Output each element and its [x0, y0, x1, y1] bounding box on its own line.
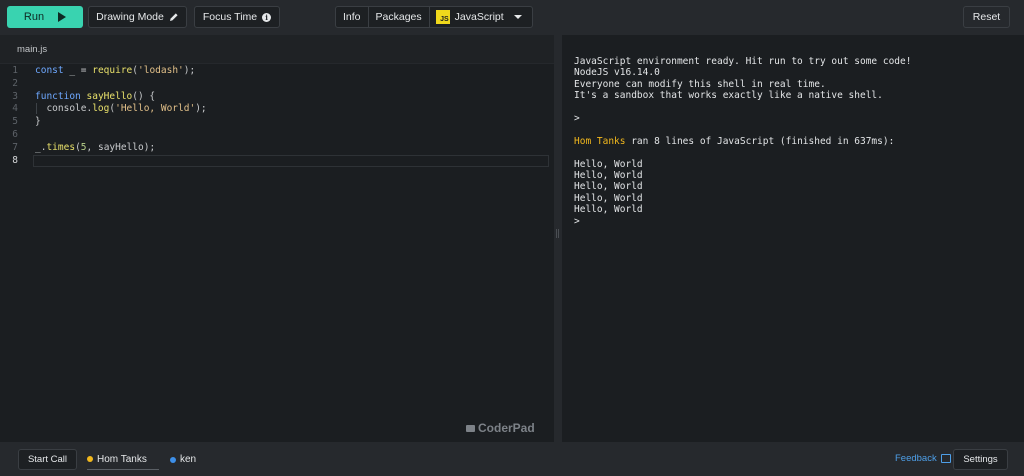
- participant-status-dot: [170, 456, 176, 463]
- participant-hom-tanks[interactable]: Hom Tanks: [87, 449, 159, 470]
- code-line: function sayHello() {: [35, 91, 155, 102]
- feedback-label: Feedback: [895, 453, 937, 464]
- code-token: console.: [35, 103, 93, 115]
- code-token: function: [35, 90, 81, 102]
- run-label: Run: [23, 11, 45, 23]
- code-editor[interactable]: 1 const _ = require('lodash'); 2 3 function …: [0, 64, 554, 442]
- file-tab-main-js[interactable]: main.js: [17, 44, 47, 55]
- console-line: It's a sandbox that works exactly like a…: [574, 90, 883, 102]
- drawing-mode-label: Drawing Mode: [96, 11, 164, 23]
- code-token: }: [35, 116, 41, 128]
- participant-name: Hom Tanks: [97, 453, 147, 465]
- console-output[interactable]: JavaScript environment ready. Hit run to…: [562, 35, 1024, 442]
- reset-button[interactable]: Reset: [963, 6, 1010, 28]
- code-line: _.times(5, sayHello);: [35, 142, 155, 153]
- code-token: require: [92, 65, 133, 76]
- code-token: 'lodash': [138, 65, 184, 76]
- console-line: NodeJS v16.14.0: [574, 67, 660, 79]
- indent-guide: [36, 103, 37, 115]
- line-number: 2: [12, 77, 18, 89]
- focus-time-label: Focus Time: [202, 11, 258, 23]
- line-number: 7: [12, 141, 18, 153]
- info-icon: i: [262, 12, 272, 22]
- play-icon: [58, 12, 67, 22]
- language-label: JavaScript: [454, 11, 504, 23]
- pane-divider[interactable]: [554, 35, 562, 442]
- console-line: >: [574, 113, 580, 124]
- pencil-icon: [169, 12, 179, 22]
- info-label: Info: [343, 11, 361, 23]
- info-tab[interactable]: Info: [336, 7, 369, 27]
- participant-status-dot: [87, 456, 93, 462]
- language-toolbar: Info Packages JS JavaScript: [335, 6, 533, 28]
- code-line: console.log('Hello, World');: [35, 103, 207, 115]
- code-token: );: [195, 103, 207, 115]
- packages-tab[interactable]: Packages: [369, 7, 430, 27]
- console-line: Hello, World: [574, 204, 643, 216]
- console-line: JavaScript environment ready. Hit run to…: [574, 56, 912, 67]
- line-number: 6: [12, 129, 18, 140]
- code-token: times: [46, 141, 76, 153]
- code-token: );: [183, 65, 196, 76]
- code-line: const _ = require('lodash');: [35, 65, 195, 76]
- participant-name: ken: [180, 454, 197, 465]
- focus-time-button[interactable]: Focus Time i: [194, 6, 280, 28]
- console-line: Hom Tanks ran 8 lines of JavaScript (fin…: [574, 136, 894, 147]
- drawing-mode-button[interactable]: Drawing Mode: [88, 6, 187, 28]
- line-number: 5: [12, 116, 18, 128]
- feedback-link[interactable]: Feedback: [895, 453, 951, 464]
- start-call-button[interactable]: Start Call: [18, 449, 77, 470]
- chat-bubble-icon: [940, 454, 951, 463]
- code-token: () {: [132, 90, 156, 102]
- language-select[interactable]: JS JavaScript: [430, 7, 532, 27]
- console-line: Hello, World: [574, 192, 643, 204]
- line-number: 1: [12, 65, 18, 76]
- line-number: 4: [12, 103, 18, 115]
- settings-label: Settings: [963, 454, 998, 465]
- code-token: sayHello: [86, 90, 133, 102]
- console-line: >: [574, 215, 580, 227]
- line-number: 3: [12, 90, 18, 102]
- line-number: 8: [12, 154, 18, 166]
- run-user-name: Hom Tanks: [574, 135, 626, 147]
- reset-label: Reset: [972, 11, 1001, 23]
- console-line: Hello, World: [574, 158, 643, 170]
- code-token: _.: [35, 141, 47, 153]
- coderpad-logo: CoderPad: [466, 421, 535, 435]
- code-token: 'Hello, World': [115, 103, 196, 115]
- packages-label: Packages: [375, 11, 422, 23]
- code-token: log: [92, 103, 110, 115]
- coderpad-logo-icon: [466, 424, 475, 432]
- start-call-label: Start Call: [27, 454, 68, 465]
- participant-ken[interactable]: ken: [170, 449, 196, 470]
- run-button[interactable]: Run: [7, 6, 83, 28]
- run-message: ran 8 lines of JavaScript (finished in 6…: [625, 135, 895, 147]
- current-line-highlight: [33, 154, 549, 167]
- console-line: Hello, World: [574, 181, 643, 193]
- coderpad-logo-text: CoderPad: [478, 421, 535, 435]
- file-tab-bar: [0, 35, 554, 64]
- chevron-down-icon: [514, 15, 522, 19]
- console-line: Hello, World: [574, 170, 643, 181]
- code-token: const: [35, 65, 64, 76]
- console-line: Everyone can modify this shell in real t…: [574, 78, 826, 90]
- code-token: , sayHello);: [86, 141, 156, 153]
- drag-handle-icon[interactable]: [556, 229, 559, 238]
- code-line: }: [35, 116, 41, 127]
- settings-button[interactable]: Settings: [953, 449, 1008, 470]
- javascript-icon: JS: [435, 10, 450, 24]
- code-token: _ =: [63, 65, 93, 76]
